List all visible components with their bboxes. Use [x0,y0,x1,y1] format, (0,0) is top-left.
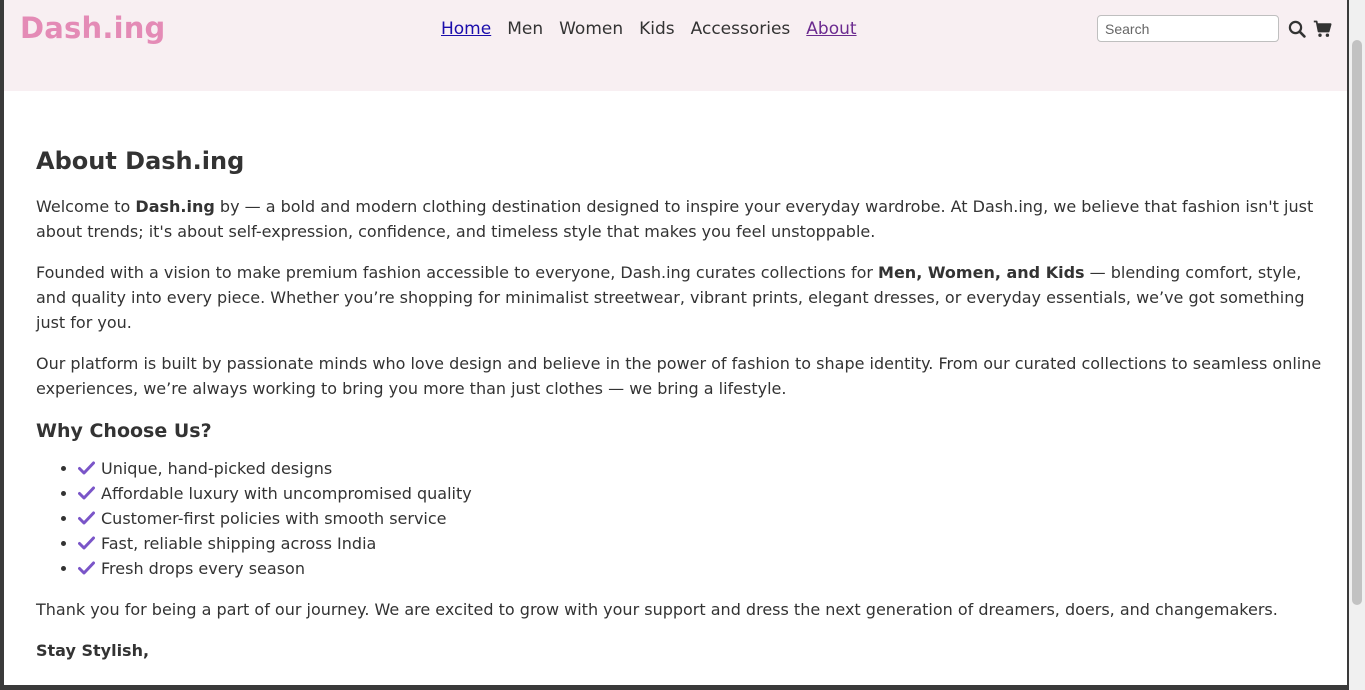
search-input[interactable] [1097,15,1279,42]
check-icon [78,461,95,475]
check-icon [78,536,95,550]
nav-link-home[interactable]: Home [441,19,491,39]
nav-link-accessories[interactable]: Accessories [691,19,791,39]
list-item-text: Fresh drops every season [101,559,305,578]
list-item-text: Unique, hand-picked designs [101,459,333,478]
list-item-text: Customer-first policies with smooth serv… [101,509,447,528]
why-choose-list: Unique, hand-picked designs Affordable l… [36,456,1326,581]
founding-audience: Men, Women, and Kids [878,263,1085,282]
signoff: Stay Stylish, [36,638,1326,663]
nav-link-kids[interactable]: Kids [639,19,675,39]
logo[interactable]: Dash.ing [20,11,166,45]
intro-paragraph: Welcome to Dash.ing by — a bold and mode… [36,194,1326,244]
check-icon [78,561,95,575]
intro-text-end: by — a bold and modern clothing destinat… [36,197,1314,241]
thanks-paragraph: Thank you for being a part of our journe… [36,600,1278,619]
page: Dash.ing Home Men Women Kids Accessories… [4,0,1347,685]
list-item: Affordable luxury with uncompromised qua… [78,481,1326,506]
nav-link-men[interactable]: Men [507,19,543,39]
check-icon [78,511,95,525]
nav-link-women[interactable]: Women [559,19,623,39]
signoff-text: Stay Stylish, [36,641,150,660]
list-item-text: Affordable luxury with uncompromised qua… [101,484,472,503]
intro-brand: Dash.ing [135,197,215,216]
main-nav: Home Men Women Kids Accessories About [441,19,857,39]
list-item: Customer-first policies with smooth serv… [78,506,1326,531]
founding-paragraph: Founded with a vision to make premium fa… [36,260,1326,335]
list-item: Unique, hand-picked designs [78,456,1326,481]
search-icon[interactable] [1287,19,1307,39]
nav-link-about[interactable]: About [806,19,856,39]
platform-paragraph: Our platform is built by passionate mind… [36,354,1322,398]
scrollbar-thumb[interactable] [1352,40,1362,605]
list-item: Fresh drops every season [78,556,1326,581]
list-item: Fast, reliable shipping across India [78,531,1326,556]
intro-text-start: Welcome to [36,197,136,216]
cart-icon[interactable] [1312,19,1332,39]
about-section: About Dash.ing Welcome to Dash.ing by — … [36,145,1326,679]
check-icon [78,486,95,500]
why-choose-heading: Why Choose Us? [36,420,212,442]
list-item-text: Fast, reliable shipping across India [101,534,377,553]
founding-text-start: Founded with a vision to make premium fa… [36,263,879,282]
site-header: Dash.ing Home Men Women Kids Accessories… [4,0,1347,91]
page-title: About Dash.ing [36,147,245,175]
